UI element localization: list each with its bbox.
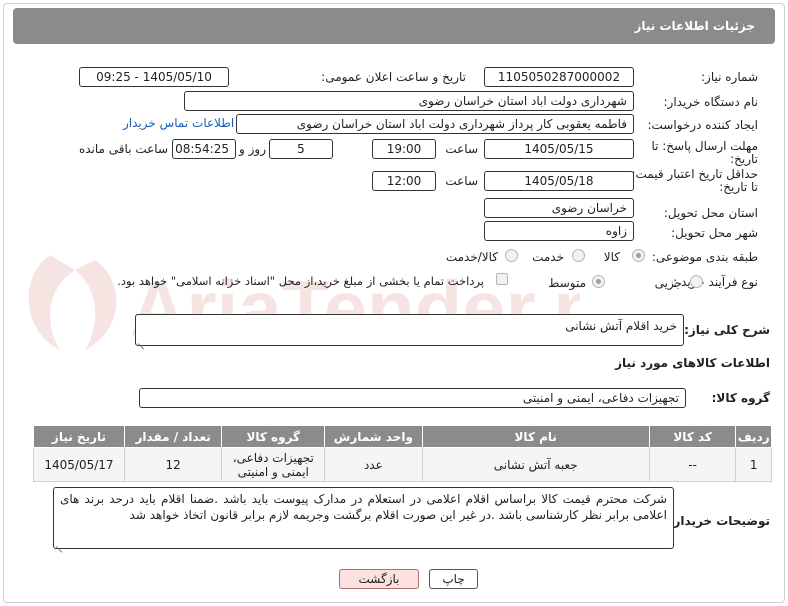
print-button[interactable]: چاپ [429,569,478,589]
cell-row: 1 [735,447,772,482]
treasury-payment-label: پرداخت تمام یا بخشی از مبلغ خرید،از محل … [117,274,484,288]
col-date: تاریخ نیاز [33,425,125,448]
table-row: 1 -- جعبه آتش نشانی عدد تجهیزات دفاعی، ا… [33,447,772,482]
cell-group-line2: ایمنی و امنیتی [237,464,309,479]
col-code: کد کالا [648,425,737,448]
cell-qty: 12 [123,447,223,482]
goods-section-title: اطلاعات کالاهای مورد نیاز [615,356,770,370]
summary-label: شرح کلی نیاز: [684,323,770,337]
remaining-days-label: روز و [239,142,266,156]
cell-date: 1405/05/17 [33,447,125,482]
goods-group-label: گروه کالا: [711,391,770,405]
col-row: ردیف [735,425,772,448]
buyer-org-label: نام دستگاه خریدار: [663,95,759,109]
need-number-field: 1105050287000002 [484,67,634,87]
reply-deadline-label-2: تاریخ: [730,152,758,166]
cell-name: جعبه آتش نشانی [421,447,650,482]
reply-time-label: ساعت [445,142,478,156]
delivery-city-label: شهر محل تحویل: [671,226,758,240]
summary-textarea[interactable]: خرید اقلام آتش نشانی [135,314,684,346]
back-button[interactable]: بازگشت [339,569,419,589]
announce-field: 1405/05/10 - 09:25 [79,67,229,87]
buyer-contact-link[interactable]: اطلاعات تماس خریدار [123,116,234,130]
requester-field: فاطمه یعقوبی کار پرداز شهرداری دولت اباد… [236,114,634,134]
price-validity-label: حداقل تاریخ اعتبار قیمت: [631,167,758,181]
purchase-minor-label: جزیی [654,276,682,290]
remaining-time-label: ساعت باقی مانده [78,142,168,156]
cell-code: -- [648,447,737,482]
col-group: گروه کالا [221,425,326,448]
page-header: جزئیات اطلاعات نیاز [13,8,775,44]
price-validity-time-label: ساعت [445,174,478,188]
summary-text: خرید اقلام آتش نشانی [565,319,677,333]
purchase-minor-radio[interactable] [690,275,703,288]
reply-deadline-label: مهلت ارسال پاسخ: تا [651,139,758,153]
reply-date-field: 1405/05/15 [484,139,634,159]
buyer-org-field: شهرداری دولت اباد استان خراسان رضوی [184,91,634,111]
resize-grip[interactable] [138,336,146,344]
announce-label: تاریخ و ساعت اعلان عمومی: [321,70,466,84]
remaining-days-field: 5 [269,139,333,159]
category-label: طبقه بندی موضوعی: [651,250,758,264]
page-title: جزئیات اطلاعات نیاز [634,19,755,33]
category-goods-radio[interactable] [632,249,645,262]
buyer-notes-textarea[interactable]: شرکت محترم قیمت کالا براساس اقلام اعلامی… [53,487,674,549]
category-service-radio[interactable] [572,249,585,262]
reply-time-field: 19:00 [372,139,436,159]
need-number-label: شماره نیاز: [701,70,758,84]
goods-group-field: تجهیزات دفاعی، ایمنی و امنیتی [139,388,686,408]
delivery-city-field: زاوه [484,221,634,241]
treasury-payment-checkbox[interactable] [496,273,508,285]
remaining-time-field: 08:54:25 [172,139,236,159]
delivery-province-field: خراسان رضوی [484,198,634,218]
cell-group: تجهیزات دفاعی، ایمنی و امنیتی [221,447,326,482]
purchase-medium-label: متوسط [548,276,586,290]
table-header-row: ردیف کد کالا نام کالا واحد شمارش گروه کا… [33,425,772,448]
purchase-medium-radio[interactable] [592,275,605,288]
col-unit: واحد شمارش [324,425,423,448]
cell-unit: عدد [324,447,423,482]
category-service-label: خدمت [532,250,564,264]
category-both-label: کالا/خدمت [445,250,498,264]
col-qty: تعداد / مقدار [123,425,223,448]
buyer-notes-label: توضیحات خریدار: [668,514,770,528]
price-validity-time-field: 12:00 [372,171,436,191]
items-table: ردیف کد کالا نام کالا واحد شمارش گروه کا… [33,425,772,482]
category-goods-label: کالا [603,250,620,264]
price-validity-date-field: 1405/05/18 [484,171,634,191]
category-both-radio[interactable] [505,249,518,262]
price-validity-label-2: تا تاریخ: [719,180,758,194]
delivery-province-label: استان محل تحویل: [663,206,758,220]
requester-label: ایجاد کننده درخواست: [647,118,758,132]
buyer-notes-text: شرکت محترم قیمت کالا براساس اقلام اعلامی… [60,492,667,522]
resize-grip[interactable] [56,539,64,547]
purchase-type-label: نوع فرآیند خرید : [673,275,758,289]
col-name: نام کالا [421,425,650,448]
cell-group-line1: تجهیزات دفاعی، [232,450,314,465]
